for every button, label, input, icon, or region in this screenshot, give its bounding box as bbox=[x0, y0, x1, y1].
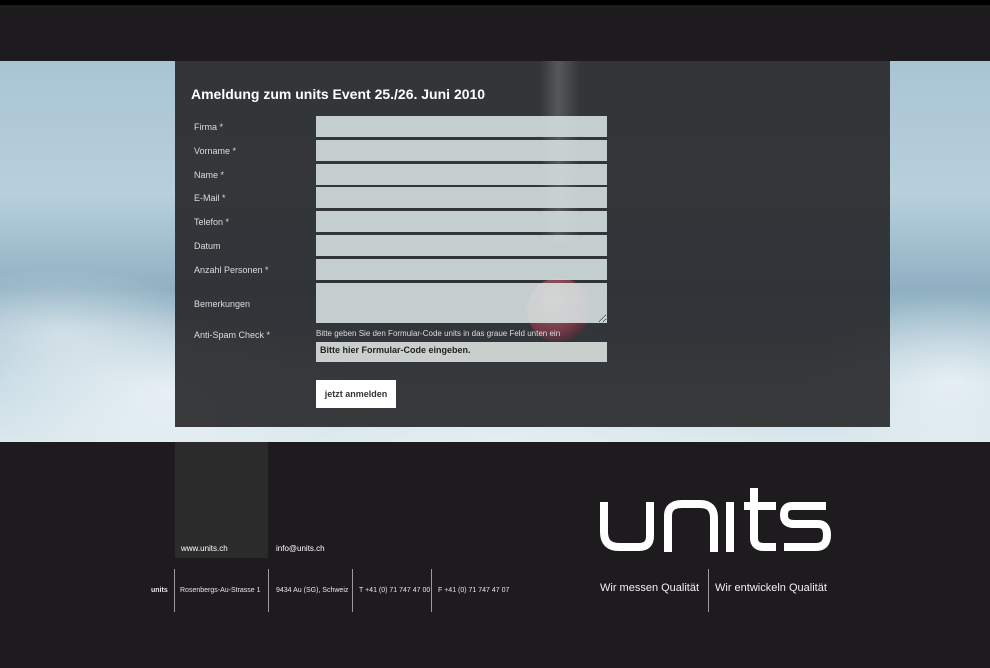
footer-separator bbox=[174, 569, 175, 612]
top-strip bbox=[0, 0, 990, 5]
input-anzahl-personen[interactable] bbox=[316, 259, 607, 280]
anti-spam-hint: Bitte geben Sie den Formular-Code units … bbox=[316, 329, 561, 338]
anti-spam-code-input[interactable]: Bitte hier Formular-Code eingeben. bbox=[316, 342, 607, 362]
units-logo: units bbox=[600, 488, 831, 552]
footer-street: Rosenbergs-Au-Strasse 1 bbox=[180, 587, 261, 594]
footer-separator bbox=[268, 569, 269, 612]
website-link[interactable]: www.units.ch bbox=[181, 544, 228, 553]
tagline-separator bbox=[708, 569, 709, 612]
label-datum: Datum bbox=[194, 241, 221, 251]
tagline-right: Wir entwickeln Qualität bbox=[715, 582, 827, 594]
label-vorname: Vorname * bbox=[194, 146, 237, 156]
label-name: Name * bbox=[194, 170, 225, 180]
footer-dark-block bbox=[175, 442, 268, 558]
footer-separator bbox=[431, 569, 432, 612]
footer-city: 9434 Au (SG), Schweiz bbox=[276, 587, 349, 594]
footer-fax: F +41 (0) 71 747 47 07 bbox=[438, 587, 510, 594]
input-vorname[interactable] bbox=[316, 140, 607, 161]
label-firma: Firma * bbox=[194, 122, 223, 132]
input-name[interactable] bbox=[316, 164, 607, 185]
textarea-bemerkungen[interactable] bbox=[316, 283, 607, 323]
input-telefon[interactable] bbox=[316, 211, 607, 232]
label-telefon: Telefon * bbox=[194, 217, 230, 227]
label-anti-spam: Anti-Spam Check * bbox=[194, 330, 271, 340]
label-bemerkungen: Bemerkungen bbox=[194, 299, 251, 309]
input-email[interactable] bbox=[316, 187, 607, 208]
footer-brand: units bbox=[151, 587, 168, 594]
input-firma[interactable] bbox=[316, 116, 607, 137]
footer-phone: T +41 (0) 71 747 47 00 bbox=[359, 587, 431, 594]
footer-separator bbox=[352, 569, 353, 612]
tagline-left: Wir messen Qualität bbox=[600, 582, 700, 594]
input-datum[interactable] bbox=[316, 235, 607, 256]
label-email: E-Mail * bbox=[194, 193, 226, 203]
submit-button[interactable]: jetzt anmelden bbox=[316, 380, 396, 408]
label-anzahl-personen: Anzahl Personen * bbox=[194, 265, 269, 275]
form-title: Ameldung zum units Event 25./26. Juni 20… bbox=[191, 86, 486, 102]
email-link[interactable]: info@units.ch bbox=[276, 544, 325, 553]
